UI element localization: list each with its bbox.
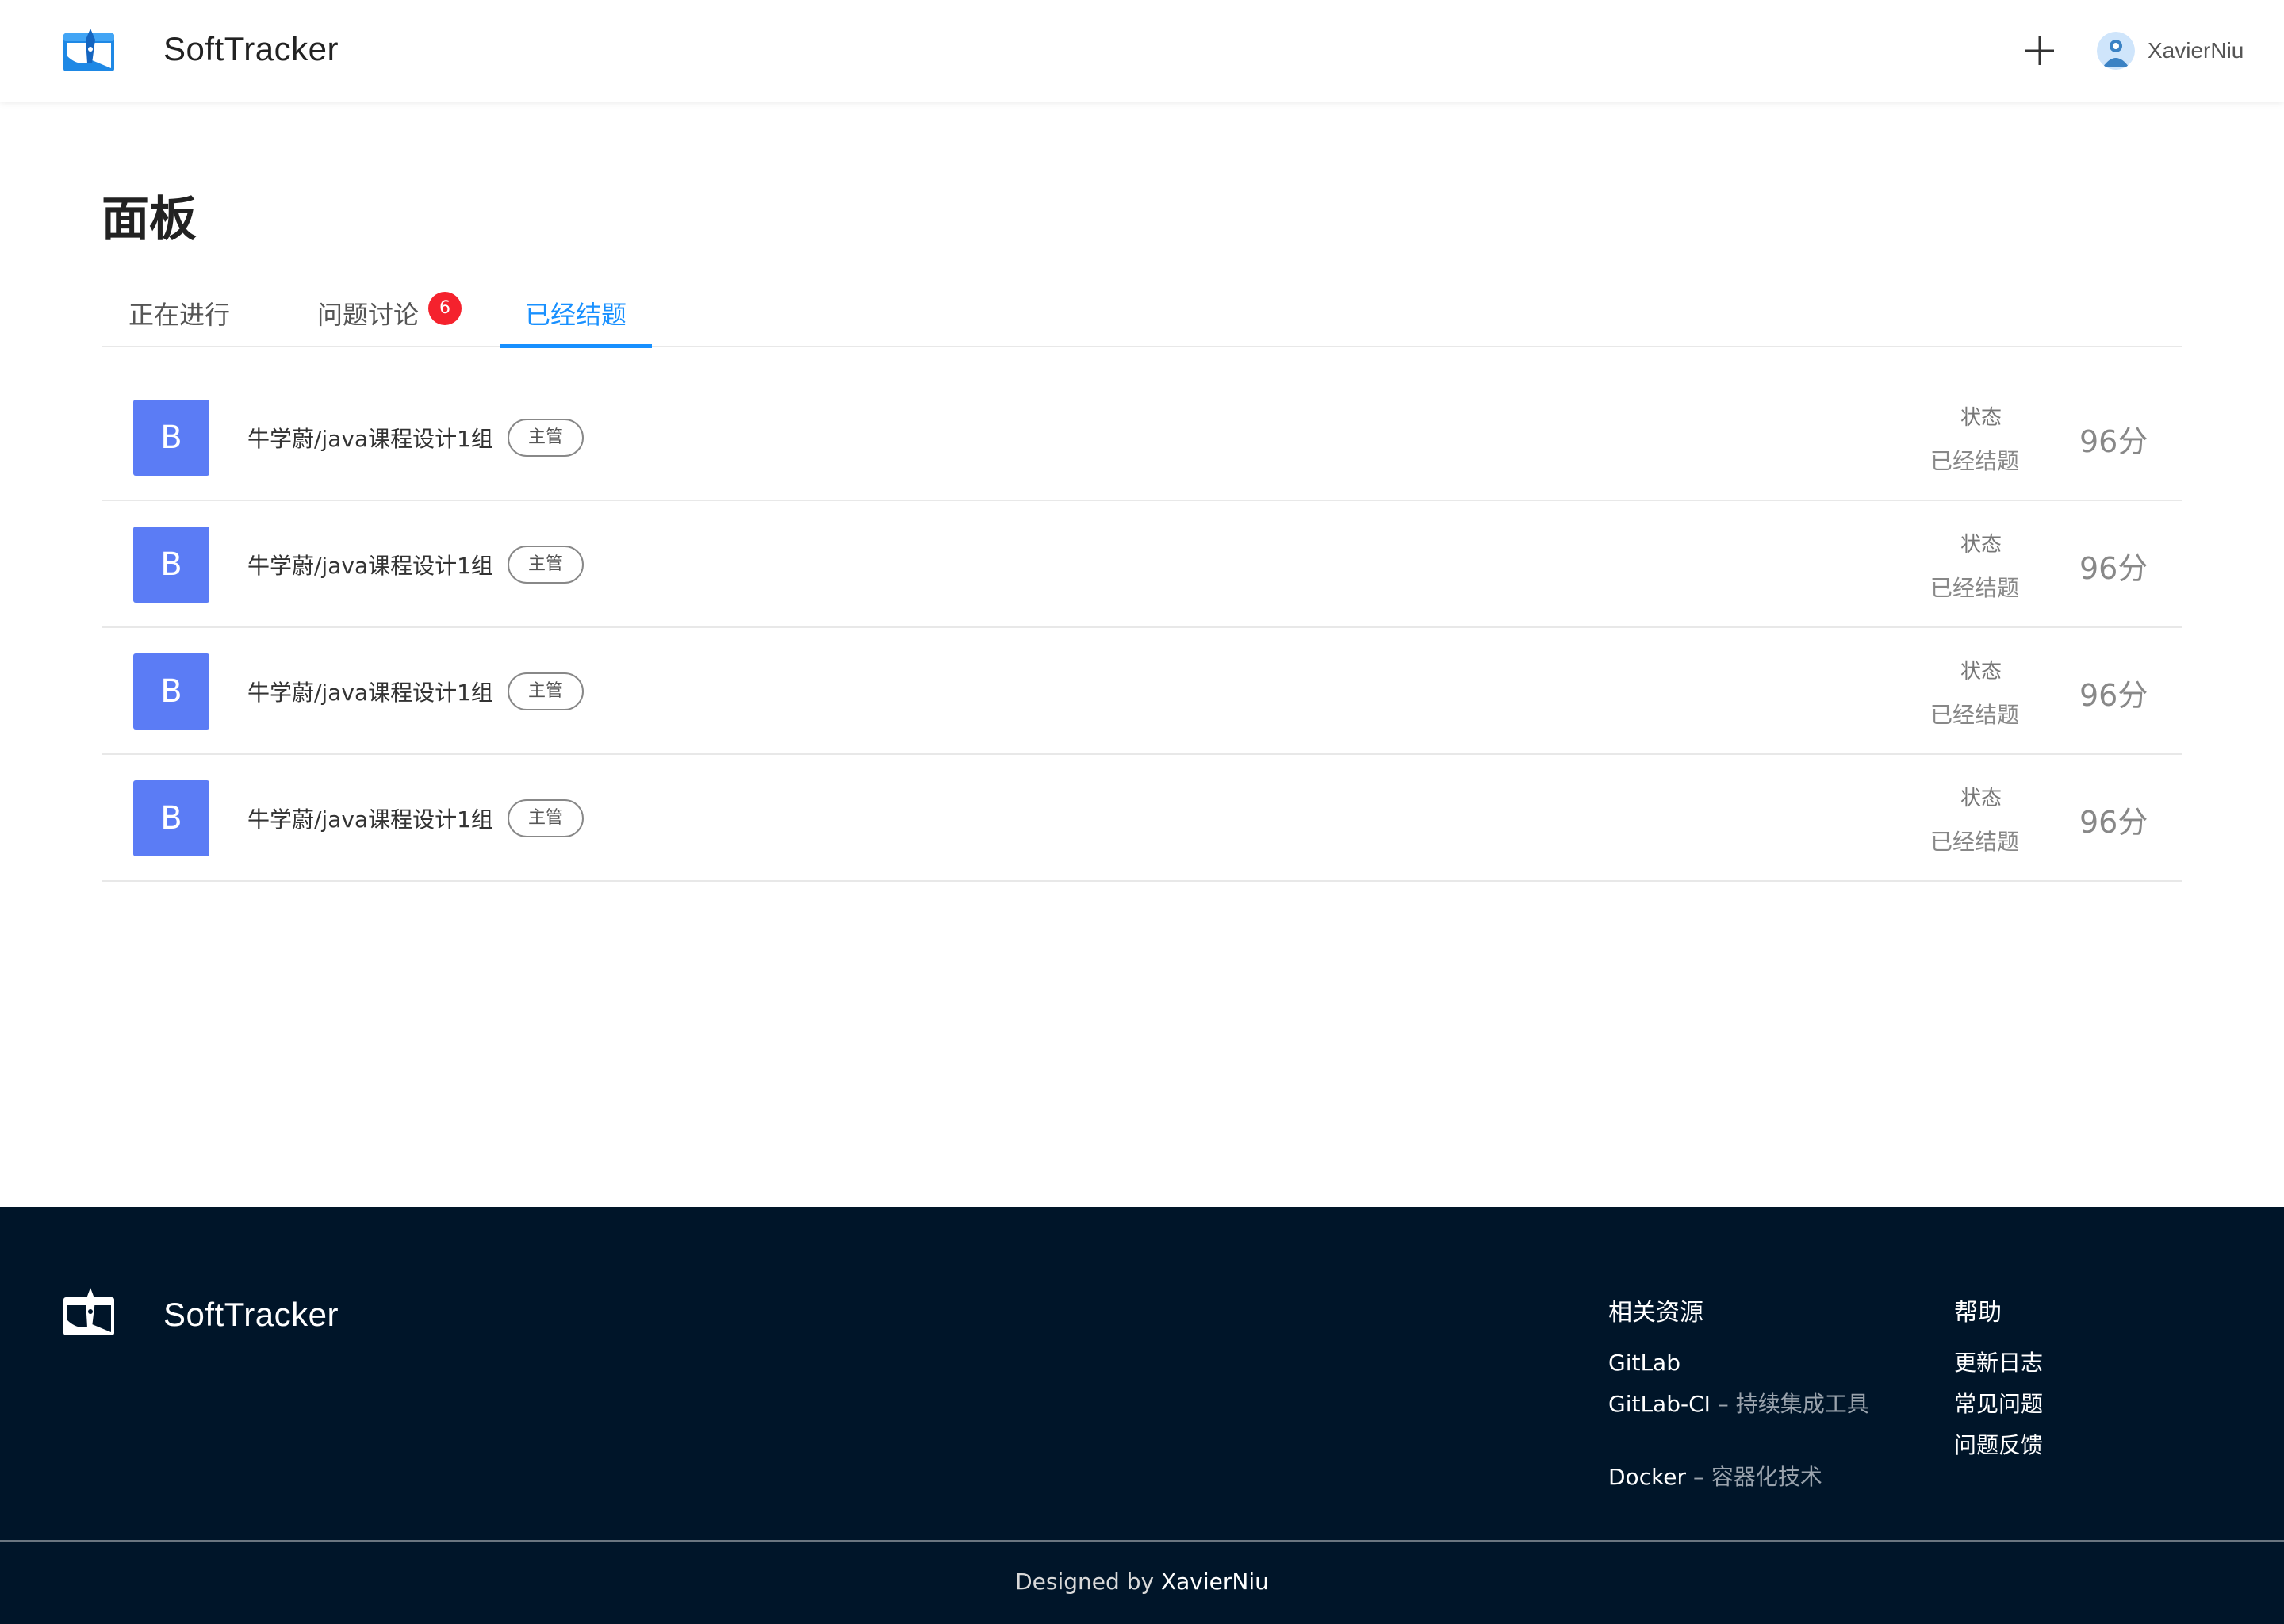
- changelog-link[interactable]: 更新日志: [1954, 1348, 2216, 1378]
- project-row[interactable]: B 牛学蔚/java课程设计1组 主管 状态 已经结题 96分: [102, 501, 2182, 628]
- tab-closed[interactable]: 已经结题: [525, 295, 627, 346]
- docker-link[interactable]: Docker – 容器化技术: [1608, 1462, 1870, 1492]
- project-name-link[interactable]: 牛学蔚/java课程设计1组: [247, 549, 493, 580]
- app-brand[interactable]: SoftTracker: [163, 30, 339, 68]
- gitlab-ci-link-desc: – 持续集成工具: [1710, 1391, 1869, 1417]
- status-label: 状态: [1960, 660, 2002, 684]
- project-score: 96分: [2079, 678, 2148, 713]
- user-avatar[interactable]: [2097, 32, 2135, 70]
- docker-link-desc: – 容器化技术: [1686, 1464, 1822, 1490]
- footer-copyright: Designed by XavierNiu: [0, 1568, 2284, 1595]
- status-value: 已经结题: [1930, 829, 2020, 855]
- project-avatar: B: [133, 527, 209, 603]
- status-label: 状态: [1960, 533, 2002, 557]
- project-name-link[interactable]: 牛学蔚/java课程设计1组: [247, 802, 493, 834]
- docker-link-name: Docker: [1608, 1464, 1687, 1490]
- add-button[interactable]: [2022, 33, 2057, 68]
- project-name-link[interactable]: 牛学蔚/java课程设计1组: [247, 676, 493, 707]
- project-row[interactable]: B 牛学蔚/java课程设计1组 主管 状态 已经结题 96分: [102, 374, 2182, 501]
- gitlab-link-name: GitLab: [1608, 1350, 1680, 1376]
- footer-brand: SoftTracker: [163, 1296, 339, 1333]
- copyright-author: XavierNiu: [1160, 1568, 1269, 1595]
- feedback-link[interactable]: 问题反馈: [1954, 1431, 2216, 1461]
- help-heading: 帮助: [1954, 1299, 2002, 1327]
- status-value: 已经结题: [1930, 448, 2020, 474]
- project-avatar: B: [133, 653, 209, 730]
- project-score: 96分: [2079, 551, 2148, 586]
- discussion-count-badge: 6: [428, 292, 462, 325]
- project-list: B 牛学蔚/java课程设计1组 主管 状态 已经结题 96分 B 牛学蔚/ja…: [102, 374, 2182, 882]
- footer-logo-icon: [63, 1288, 114, 1339]
- project-score: 96分: [2079, 424, 2148, 459]
- app-logo-icon[interactable]: [63, 29, 114, 73]
- faq-link[interactable]: 常见问题: [1954, 1389, 2216, 1419]
- status-label: 状态: [1960, 406, 2002, 430]
- project-row[interactable]: B 牛学蔚/java课程设计1组 主管 状态 已经结题 96分: [102, 628, 2182, 755]
- tab-in-progress[interactable]: 正在进行: [128, 295, 230, 346]
- tab-discussion[interactable]: 问题讨论: [317, 295, 419, 346]
- project-avatar: B: [133, 400, 209, 476]
- page-title: 面板: [102, 192, 197, 247]
- status-label: 状态: [1960, 787, 2002, 810]
- resources-heading: 相关资源: [1608, 1299, 1703, 1327]
- page-footer: SoftTracker 相关资源 GitLab GitLab-CI – 持续集成…: [0, 1207, 2284, 1624]
- project-name-link[interactable]: 牛学蔚/java课程设计1组: [247, 422, 493, 454]
- project-row[interactable]: B 牛学蔚/java课程设计1组 主管 状态 已经结题 96分: [102, 755, 2182, 882]
- gitlab-ci-link-name: GitLab-CI: [1608, 1391, 1711, 1417]
- footer-divider: [0, 1540, 2284, 1542]
- tab-bar: 正在进行 问题讨论 6 已经结题: [102, 285, 2182, 348]
- status-value: 已经结题: [1930, 575, 2020, 601]
- role-tag: 主管: [508, 672, 584, 710]
- gitlab-link[interactable]: GitLab: [1608, 1348, 1870, 1378]
- top-header: SoftTracker XavierNiu: [0, 0, 2284, 102]
- tab-discussion-label: 问题讨论: [317, 300, 420, 330]
- project-avatar: B: [133, 780, 209, 856]
- gitlab-ci-link[interactable]: GitLab-CI – 持续集成工具: [1608, 1389, 1870, 1419]
- role-tag: 主管: [508, 799, 584, 837]
- active-tab-indicator: [500, 344, 652, 348]
- plus-icon: [2025, 36, 2054, 65]
- copyright-prefix: Designed by: [1015, 1568, 1161, 1595]
- role-tag: 主管: [508, 546, 584, 584]
- role-tag: 主管: [508, 419, 584, 457]
- project-score: 96分: [2079, 805, 2148, 840]
- status-value: 已经结题: [1930, 702, 2020, 728]
- username[interactable]: XavierNiu: [2148, 38, 2244, 63]
